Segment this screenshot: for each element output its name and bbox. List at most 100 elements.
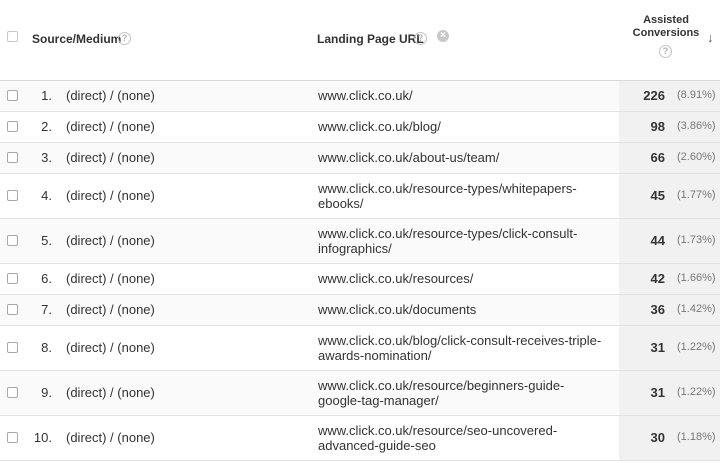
assisted-conversions-value: 98 [650,119,665,134]
assisted-conversions-value: 31 [650,385,665,400]
row-index: 1. [41,88,52,103]
table-header: Source/Medium ? Landing Page URL ? × Ass… [0,0,720,81]
row-checkbox[interactable] [7,273,18,284]
assisted-conversions-percent: (1.22%) [677,341,716,353]
assisted-conversions-percent: (1.42%) [677,303,716,315]
metric-header-bg [619,0,720,80]
sort-descending-icon[interactable]: ↓ [707,30,714,45]
landing-page-link[interactable]: www.click.co.uk/resource-types/click-con… [318,226,608,256]
row-checkbox[interactable] [7,342,18,353]
table-body: 1. (direct) / (none) www.click.co.uk/ 22… [0,81,720,461]
landing-page-url-line: www.click.co.uk/about-us/team/ [318,150,500,165]
landing-page-link[interactable]: www.click.co.uk/resource-types/whitepape… [318,181,608,211]
landing-page-url-line: www.click.co.uk/documents [318,302,477,317]
landing-page-url-line: www.click.co.uk/blog/ [318,119,441,134]
table-row[interactable]: 8. (direct) / (none) www.click.co.uk/blo… [0,326,720,371]
landing-page-link[interactable]: www.click.co.uk/blog/ [318,119,608,134]
landing-page-link[interactable]: www.click.co.uk/ [318,88,608,103]
assisted-conversions-percent: (3.86%) [677,120,716,132]
row-index: 6. [41,271,52,286]
landing-page-link[interactable]: www.click.co.uk/resources/ [318,271,608,286]
assisted-conversions-percent: (2.60%) [677,151,716,163]
table-row[interactable]: 6. (direct) / (none) www.click.co.uk/res… [0,264,720,295]
assisted-conversions-header[interactable]: Assisted Conversions [627,14,705,40]
row-index: 3. [41,150,52,165]
table-row[interactable]: 7. (direct) / (none) www.click.co.uk/doc… [0,295,720,326]
remove-dimension-icon[interactable]: × [437,30,449,42]
landing-page-url-line: www.click.co.uk/resource/beginners-guide… [318,378,565,393]
source-medium-link[interactable]: (direct) / (none) [66,233,155,248]
assisted-conversions-percent: (1.22%) [677,386,716,398]
assisted-conversions-value: 44 [650,233,665,248]
row-index: 10. [33,430,52,445]
landing-page-help-icon[interactable]: ? [414,32,427,45]
landing-page-url-line: www.click.co.uk/resource-types/click-con… [318,226,578,241]
row-index: 9. [41,385,52,400]
table-row[interactable]: 3. (direct) / (none) www.click.co.uk/abo… [0,143,720,174]
table-row[interactable]: 4. (direct) / (none) www.click.co.uk/res… [0,174,720,219]
assisted-conversions-value: 226 [643,88,665,103]
landing-page-url-line: advanced-guide-seo [318,438,436,453]
source-medium-link[interactable]: (direct) / (none) [66,340,155,355]
select-all-checkbox[interactable] [7,31,18,42]
source-medium-link[interactable]: (direct) / (none) [66,302,155,317]
source-medium-help-icon[interactable]: ? [118,32,131,45]
landing-page-url-line: ebooks/ [318,196,364,211]
landing-page-link[interactable]: www.click.co.uk/resource/beginners-guide… [318,378,608,408]
source-medium-link[interactable]: (direct) / (none) [66,188,155,203]
landing-page-url-line: awards-nomination/ [318,348,432,363]
table-row[interactable]: 9. (direct) / (none) www.click.co.uk/res… [0,371,720,416]
assisted-conversions-help-icon[interactable]: ? [659,45,672,58]
assisted-conversions-percent: (1.77%) [677,189,716,201]
table-row[interactable]: 2. (direct) / (none) www.click.co.uk/blo… [0,112,720,143]
source-medium-header[interactable]: Source/Medium [32,32,121,46]
row-index: 7. [41,302,52,317]
source-medium-link[interactable]: (direct) / (none) [66,385,155,400]
source-medium-link[interactable]: (direct) / (none) [66,119,155,134]
row-index: 5. [41,233,52,248]
row-checkbox[interactable] [7,235,18,246]
landing-page-url-line: www.click.co.uk/ [318,88,413,103]
row-index: 8. [41,340,52,355]
row-index: 2. [41,119,52,134]
source-medium-link[interactable]: (direct) / (none) [66,271,155,286]
source-medium-link[interactable]: (direct) / (none) [66,150,155,165]
assisted-conversions-percent: (8.91%) [677,89,716,101]
landing-page-url-line: www.click.co.uk/blog/click-consult-recei… [318,333,602,348]
assisted-conversions-value: 45 [650,188,665,203]
row-checkbox[interactable] [7,432,18,443]
row-checkbox[interactable] [7,190,18,201]
landing-page-url-line: google-tag-manager/ [318,393,439,408]
assisted-conversions-value: 31 [650,340,665,355]
row-checkbox[interactable] [7,90,18,101]
assisted-conversions-value: 36 [650,302,665,317]
source-medium-link[interactable]: (direct) / (none) [66,430,155,445]
assisted-conversions-percent: (1.18%) [677,431,716,443]
data-table: Source/Medium ? Landing Page URL ? × Ass… [0,0,720,461]
row-checkbox[interactable] [7,121,18,132]
landing-page-url-line: www.click.co.uk/resources/ [318,271,474,286]
landing-page-header[interactable]: Landing Page URL [317,32,424,46]
assisted-conversions-value: 66 [650,150,665,165]
table-row[interactable]: 10. (direct) / (none) www.click.co.uk/re… [0,416,720,461]
table-row[interactable]: 5. (direct) / (none) www.click.co.uk/res… [0,219,720,264]
landing-page-url-line: www.click.co.uk/resource-types/whitepape… [318,181,577,196]
row-index: 4. [41,188,52,203]
landing-page-link[interactable]: www.click.co.uk/about-us/team/ [318,150,608,165]
source-medium-link[interactable]: (direct) / (none) [66,88,155,103]
table-row[interactable]: 1. (direct) / (none) www.click.co.uk/ 22… [0,81,720,112]
row-checkbox[interactable] [7,152,18,163]
row-checkbox[interactable] [7,387,18,398]
assisted-conversions-value: 30 [650,430,665,445]
row-checkbox[interactable] [7,304,18,315]
landing-page-link[interactable]: www.click.co.uk/documents [318,302,608,317]
landing-page-link[interactable]: www.click.co.uk/resource/seo-uncovered-a… [318,423,608,453]
metric-header-line1: Assisted [643,14,689,26]
assisted-conversions-percent: (1.66%) [677,272,716,284]
landing-page-url-line: www.click.co.uk/resource/seo-uncovered- [318,423,558,438]
metric-header-line2: Conversions [632,27,700,39]
assisted-conversions-value: 42 [650,271,665,286]
landing-page-url-line: infographics/ [318,241,392,256]
landing-page-link[interactable]: www.click.co.uk/blog/click-consult-recei… [318,333,608,363]
assisted-conversions-percent: (1.73%) [677,234,716,246]
